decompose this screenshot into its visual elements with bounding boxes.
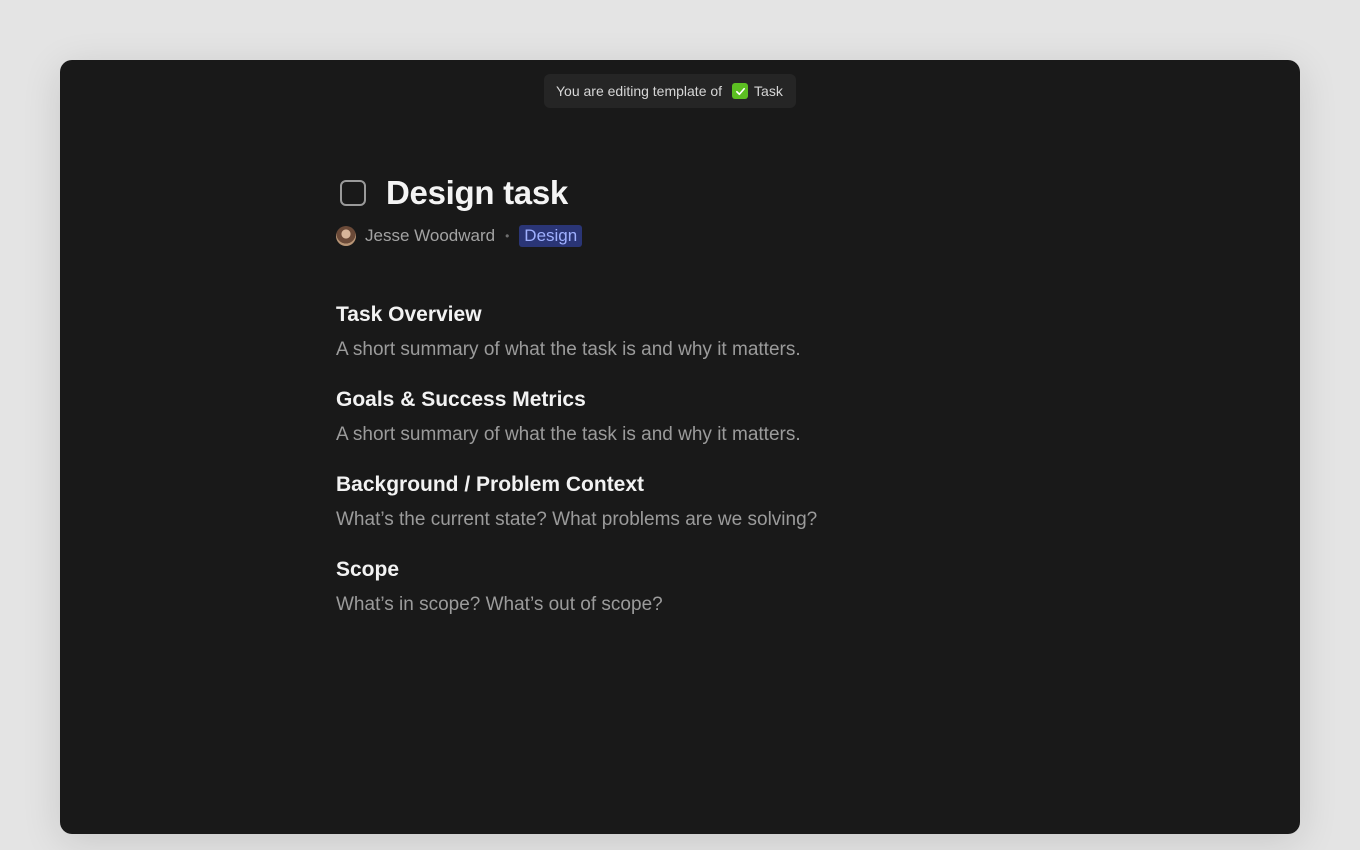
section-body[interactable]: A short summary of what the task is and … — [336, 335, 1036, 365]
banner-template-name[interactable]: Task — [754, 83, 783, 99]
section-heading[interactable]: Task Overview — [336, 300, 1036, 330]
avatar[interactable] — [336, 226, 356, 246]
task-checkbox[interactable] — [340, 180, 366, 206]
section-heading[interactable]: Background / Problem Context — [336, 470, 1036, 500]
section-heading[interactable]: Goals & Success Metrics — [336, 385, 1036, 415]
author-name[interactable]: Jesse Woodward — [365, 226, 495, 246]
section-scope: Scope What’s in scope? What’s out of sco… — [336, 555, 1036, 620]
document: Design task Jesse Woodward • Design Task… — [336, 174, 1036, 640]
green-checkbox-icon — [732, 83, 749, 99]
sections-list: Task Overview A short summary of what th… — [336, 300, 1036, 620]
editor-window: You are editing template of Task Design … — [60, 60, 1300, 834]
template-banner: You are editing template of Task — [544, 74, 796, 108]
banner-prefix: You are editing template of — [556, 83, 723, 99]
section-background: Background / Problem Context What’s the … — [336, 470, 1036, 535]
meta-row: Jesse Woodward • Design — [336, 224, 1036, 248]
section-task-overview: Task Overview A short summary of what th… — [336, 300, 1036, 365]
section-body[interactable]: What’s the current state? What problems … — [336, 505, 1036, 535]
section-body[interactable]: A short summary of what the task is and … — [336, 420, 1036, 450]
title-row: Design task — [336, 174, 1036, 212]
meta-separator: • — [505, 229, 510, 243]
page-title[interactable]: Design task — [386, 174, 568, 212]
section-goals: Goals & Success Metrics A short summary … — [336, 385, 1036, 450]
section-body[interactable]: What’s in scope? What’s out of scope? — [336, 590, 1036, 620]
section-heading[interactable]: Scope — [336, 555, 1036, 585]
tag-badge[interactable]: Design — [519, 225, 583, 247]
